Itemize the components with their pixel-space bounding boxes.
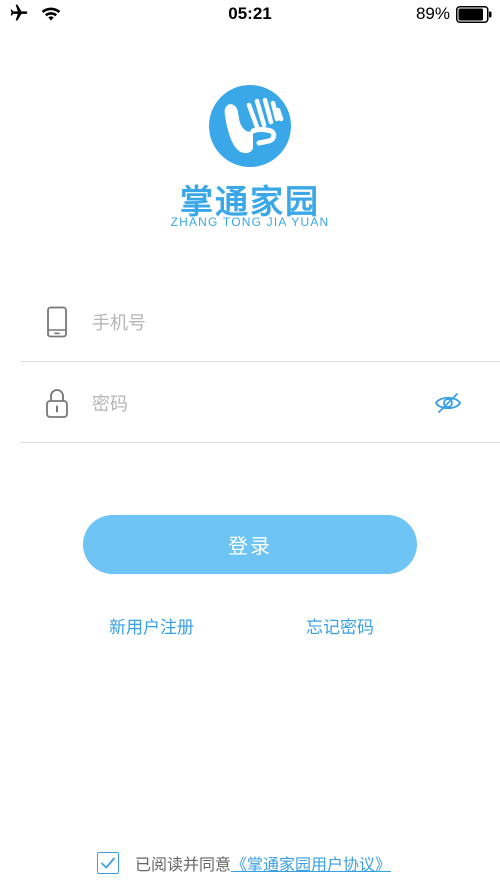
forgot-password-link[interactable]: 忘记密码 <box>306 613 374 638</box>
agreement-link[interactable]: 《掌通家园用户协议》 <box>231 851 391 875</box>
password-input[interactable] <box>92 389 412 419</box>
status-bar: 05:21 89% <box>0 0 500 30</box>
agreement-row: 已阅读并同意 《掌通家园用户协议》 <box>97 850 391 876</box>
phone-icon <box>47 306 67 338</box>
password-field-row <box>20 363 500 443</box>
brand-name-en: ZHANG TONG JIA YUAN <box>170 215 330 229</box>
check-icon <box>101 857 115 869</box>
agreement-checkbox[interactable] <box>97 852 119 874</box>
battery-percent: 89% <box>415 4 450 23</box>
login-button[interactable]: 登录 <box>83 515 417 574</box>
phone-input[interactable] <box>92 308 412 338</box>
register-link[interactable]: 新用户注册 <box>109 613 194 638</box>
agreement-text: 已阅读并同意 <box>135 855 232 874</box>
phone-field-row <box>20 282 500 362</box>
lock-icon <box>46 389 68 418</box>
battery-icon <box>456 5 492 23</box>
app-logo <box>209 85 291 167</box>
eye-hidden-icon[interactable] <box>434 391 462 415</box>
status-right: 89% <box>416 4 492 24</box>
